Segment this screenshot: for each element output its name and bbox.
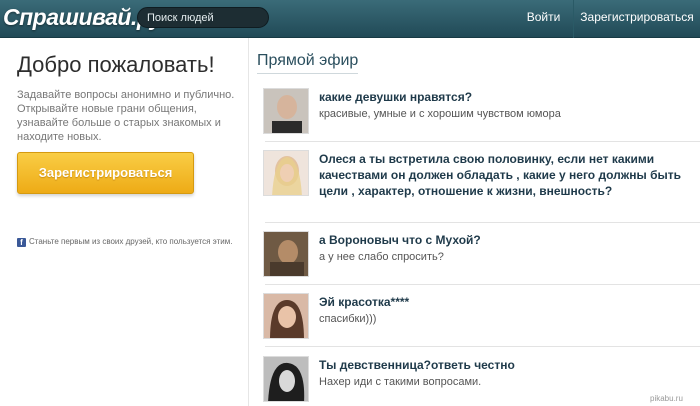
question-link[interactable]: Олеся а ты встретила свою половинку, есл… [319, 151, 687, 199]
live-feed-title: Прямой эфир [257, 52, 359, 74]
question-link[interactable]: а Вороновыч что с Мухой? [319, 232, 687, 248]
register-link[interactable]: Зарегистрироваться [574, 0, 700, 38]
answer-text: спасибки))) [319, 313, 377, 325]
question-link[interactable]: Эй красотка**** [319, 294, 687, 310]
register-button[interactable]: Зарегистрироваться [17, 152, 194, 194]
login-link[interactable]: Войти [514, 0, 573, 38]
answer-text: а у нее слабо спросить? [319, 251, 444, 263]
column-divider [248, 38, 249, 406]
facebook-icon: f [17, 238, 26, 247]
welcome-title: Добро пожаловать! [17, 52, 215, 77]
search-input[interactable] [137, 7, 269, 28]
user-avatar[interactable] [263, 293, 309, 339]
user-avatar[interactable] [263, 88, 309, 134]
feed-divider [265, 346, 700, 347]
user-avatar[interactable] [263, 356, 309, 402]
welcome-description: Задавайте вопросы анонимно и публично. О… [17, 89, 235, 143]
feed-divider [265, 222, 700, 223]
watermark: pikabu.ru [650, 394, 683, 403]
question-link[interactable]: какие девушки нравятся? [319, 89, 687, 105]
user-avatar[interactable] [263, 231, 309, 277]
feed-divider [265, 284, 700, 285]
answer-text: красивые, умные и с хорошим чувством юмо… [319, 108, 561, 120]
feed-divider [265, 141, 700, 142]
question-link[interactable]: Ты девственница?ответь честно [319, 357, 687, 373]
facebook-note-text: Станьте первым из своих друзей, кто поль… [29, 237, 233, 246]
answer-text: Нахер иди с такими вопросами. [319, 376, 482, 388]
top-bar: Спрашивай.ру Войти Зарегистрироваться [0, 0, 700, 38]
user-avatar[interactable] [263, 150, 309, 196]
facebook-note: f Станьте первым из своих друзей, кто пол… [17, 236, 242, 247]
